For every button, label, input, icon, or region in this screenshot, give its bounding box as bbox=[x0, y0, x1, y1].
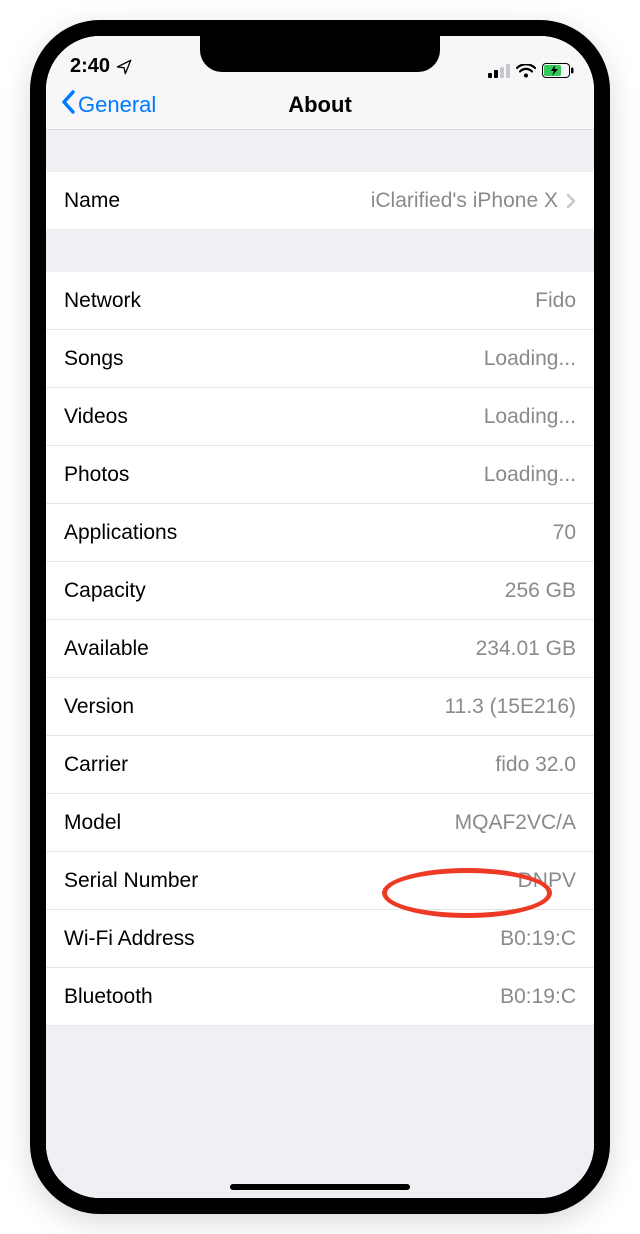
row-value: Fido bbox=[535, 289, 576, 313]
content[interactable]: Name iClarified's iPhone X Network Fido bbox=[46, 130, 594, 1198]
nav-header: General About bbox=[46, 80, 594, 130]
row-label: Wi-Fi Address bbox=[64, 927, 195, 951]
back-button[interactable]: General bbox=[54, 86, 162, 124]
status-time: 2:40 bbox=[70, 55, 110, 78]
row-label: Available bbox=[64, 637, 149, 661]
row-label: Videos bbox=[64, 405, 128, 429]
row-available: Available 234.01 GB bbox=[46, 620, 594, 678]
row-label: Songs bbox=[64, 347, 124, 371]
row-value: iClarified's iPhone X bbox=[371, 189, 558, 213]
row-label: Network bbox=[64, 289, 141, 313]
row-value: Loading... bbox=[484, 463, 576, 487]
row-songs: Songs Loading... bbox=[46, 330, 594, 388]
row-capacity: Capacity 256 GB bbox=[46, 562, 594, 620]
row-value: Loading... bbox=[484, 405, 576, 429]
row-serial-number: Serial Number DNPV bbox=[46, 852, 594, 910]
row-value: B0:19:C bbox=[500, 985, 576, 1009]
row-bluetooth: Bluetooth B0:19:C bbox=[46, 968, 594, 1026]
row-value: Loading... bbox=[484, 347, 576, 371]
name-section: Name iClarified's iPhone X bbox=[46, 172, 594, 230]
location-arrow-icon bbox=[116, 59, 132, 75]
status-left: 2:40 bbox=[70, 55, 132, 78]
row-label: Applications bbox=[64, 521, 177, 545]
row-value: B0:19:C bbox=[500, 927, 576, 951]
row-label: Capacity bbox=[64, 579, 146, 603]
row-label: Carrier bbox=[64, 753, 128, 777]
screen: 2:40 bbox=[46, 36, 594, 1198]
row-carrier: Carrier fido 32.0 bbox=[46, 736, 594, 794]
status-right bbox=[488, 63, 574, 78]
device-frame: 2:40 bbox=[30, 20, 610, 1214]
row-value: DNPV bbox=[518, 869, 576, 893]
row-label: Name bbox=[64, 189, 120, 213]
row-value: MQAF2VC/A bbox=[455, 811, 576, 835]
row-value: 256 GB bbox=[505, 579, 576, 603]
section-gap bbox=[46, 230, 594, 272]
row-name[interactable]: Name iClarified's iPhone X bbox=[46, 172, 594, 230]
row-version: Version 11.3 (15E216) bbox=[46, 678, 594, 736]
row-applications: Applications 70 bbox=[46, 504, 594, 562]
row-videos: Videos Loading... bbox=[46, 388, 594, 446]
chevron-right-icon bbox=[566, 193, 576, 209]
row-label: Serial Number bbox=[64, 869, 198, 893]
row-value: 70 bbox=[553, 521, 576, 545]
row-label: Bluetooth bbox=[64, 985, 153, 1009]
row-value: fido 32.0 bbox=[495, 753, 576, 777]
row-value: 234.01 GB bbox=[476, 637, 576, 661]
cell-signal-icon bbox=[488, 64, 510, 78]
row-model[interactable]: Model MQAF2VC/A bbox=[46, 794, 594, 852]
details-section: Network Fido Songs Loading... Videos Loa… bbox=[46, 272, 594, 1026]
chevron-left-icon bbox=[60, 90, 76, 120]
page-title: About bbox=[288, 92, 352, 118]
row-value: 11.3 (15E216) bbox=[444, 695, 576, 719]
row-photos: Photos Loading... bbox=[46, 446, 594, 504]
row-network: Network Fido bbox=[46, 272, 594, 330]
wifi-icon bbox=[516, 64, 536, 78]
section-gap bbox=[46, 130, 594, 172]
home-indicator bbox=[230, 1184, 410, 1190]
row-wifi-address: Wi-Fi Address B0:19:C bbox=[46, 910, 594, 968]
row-label: Version bbox=[64, 695, 134, 719]
battery-charging-icon bbox=[542, 63, 574, 78]
row-label: Photos bbox=[64, 463, 129, 487]
row-label: Model bbox=[64, 811, 121, 835]
notch bbox=[200, 36, 440, 72]
back-label: General bbox=[78, 92, 156, 118]
